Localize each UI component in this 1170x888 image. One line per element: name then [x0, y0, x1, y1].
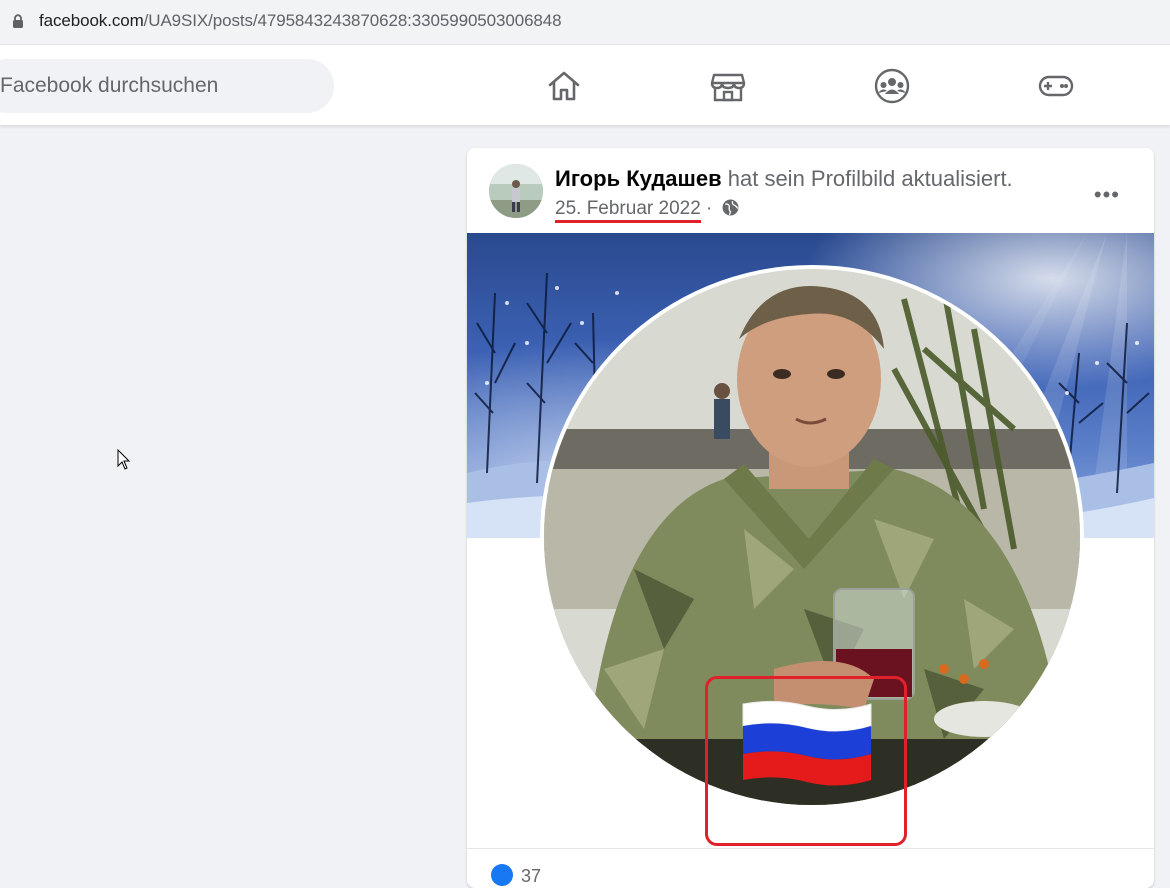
marketplace-icon[interactable] [709, 67, 747, 105]
url-text[interactable]: facebook.com/UA9SIX/posts/47958432438706… [39, 11, 562, 31]
search-placeholder: Facebook durchsuchen [0, 74, 219, 97]
author-name[interactable]: Игорь Кудашев [555, 166, 722, 191]
reaction-count: 37 [521, 866, 542, 886]
globe-icon[interactable] [722, 199, 739, 216]
groups-icon[interactable] [873, 67, 911, 105]
annotation-highlight-box [705, 676, 907, 846]
lock-icon [13, 14, 23, 28]
url-host: facebook.com [39, 11, 144, 30]
home-icon[interactable] [545, 67, 583, 105]
url-path: /UA9SIX/posts/4795843243870628:330599050… [143, 11, 562, 30]
reactions-summary[interactable]: 37 [491, 864, 541, 887]
post-header-line: Игорь Кудашев hat sein Profilbild aktual… [555, 166, 1013, 192]
facebook-header: Facebook durchsuchen [0, 45, 1170, 125]
author-avatar[interactable] [489, 164, 543, 218]
meta-separator: · [706, 198, 713, 219]
like-reaction-icon [491, 864, 513, 886]
search-input[interactable]: Facebook durchsuchen [0, 59, 334, 113]
post-card: Игорь Кудашев hat sein Profilbild aktual… [467, 148, 1154, 888]
post-date[interactable]: 25. Februar 2022 [555, 198, 701, 223]
post-meta: 25. Februar 2022 · [555, 198, 739, 223]
browser-address-bar: facebook.com/UA9SIX/posts/47958432438706… [0, 0, 1170, 45]
gaming-icon[interactable] [1037, 67, 1075, 105]
mouse-cursor-icon [117, 449, 131, 470]
post-action-text: hat sein Profilbild aktualisiert. [727, 166, 1013, 191]
more-options-button[interactable]: ••• [1094, 182, 1120, 208]
divider [467, 848, 1154, 849]
